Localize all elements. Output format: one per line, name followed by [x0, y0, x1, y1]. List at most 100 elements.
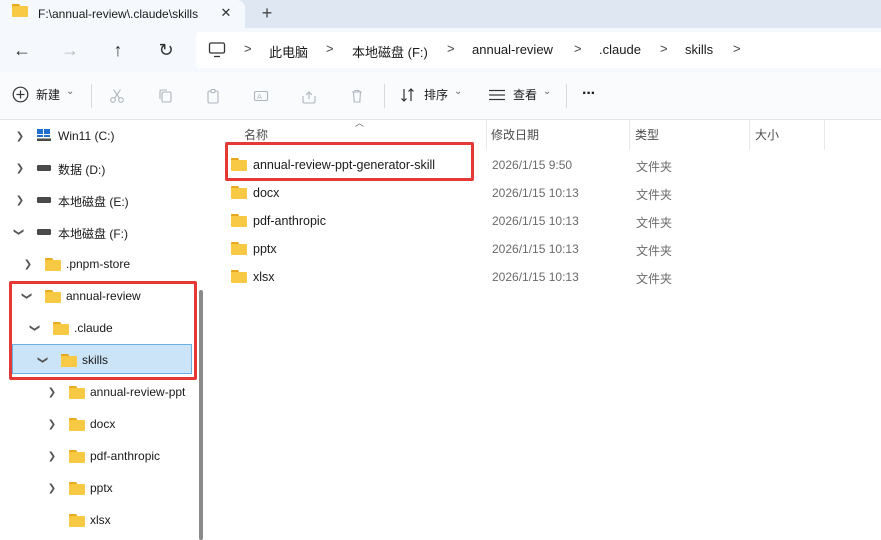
breadcrumb-annual-review[interactable]: annual-review — [472, 42, 553, 57]
sort-ascending-icon: ︿ — [355, 118, 365, 128]
divider — [91, 84, 92, 108]
breadcrumb-this-pc[interactable]: 此电脑 — [269, 42, 308, 61]
tree-item-pnpm-store[interactable]: ❯ .pnpm-store — [0, 250, 195, 278]
more-options-button[interactable]: ··· — [582, 85, 596, 103]
chevron-down-icon: ⌄ — [543, 86, 552, 97]
tree-item-drive-f[interactable]: ❯ 本地磁盘 (F:) — [0, 218, 195, 246]
sort-button[interactable]: 排序 ⌄ — [400, 86, 462, 103]
file-name: xlsx — [253, 270, 275, 284]
tree-label: Win11 (C:) — [58, 129, 115, 143]
column-header-name[interactable]: 名称 — [244, 126, 268, 143]
navigation-pane: ❯ Win11 (C:) ❯ 数据 (D:) ❯ 本地磁盘 (E:) ❯ 本地磁… — [0, 120, 205, 540]
copy-icon[interactable] — [155, 86, 175, 106]
nav-pane-scrollbar[interactable] — [199, 290, 203, 540]
chevron-down-icon[interactable]: ❯ — [12, 225, 26, 239]
breadcrumb-separator: > — [733, 41, 741, 56]
file-modified: 2026/1/15 10:13 — [492, 270, 579, 284]
file-list: ︿ 名称 修改日期 类型 大小 annual-review-ppt-genera… — [213, 118, 881, 540]
file-row[interactable]: pptx 2026/1/15 10:13 文件夹 — [223, 235, 873, 263]
tree-label: .pnpm-store — [66, 257, 131, 271]
tree-label: pptx — [90, 481, 113, 495]
breadcrumb-skills[interactable]: skills — [685, 42, 713, 57]
column-divider[interactable] — [629, 120, 630, 150]
new-button[interactable]: 新建 ⌄ — [12, 86, 74, 103]
tree-label: docx — [90, 417, 116, 431]
breadcrumb-separator: > — [660, 41, 668, 56]
chevron-right-icon[interactable]: ❯ — [21, 257, 35, 271]
address-bar[interactable]: > 此电脑 > 本地磁盘 (F:) > annual-review > .cla… — [196, 32, 881, 68]
drive-icon — [37, 165, 51, 171]
tree-item-pdf-anthropic[interactable]: ❯ pdf-anthropic — [0, 442, 195, 470]
tree-item-pptx[interactable]: ❯ pptx — [0, 474, 195, 502]
chevron-right-icon[interactable]: ❯ — [13, 193, 27, 207]
share-icon[interactable] — [299, 86, 319, 106]
chevron-right-icon[interactable]: ❯ — [13, 161, 27, 175]
tab-title: F:\annual-review\.claude\skills — [38, 7, 199, 21]
tree-item-docx[interactable]: ❯ docx — [0, 410, 195, 438]
chevron-right-icon[interactable]: ❯ — [45, 481, 59, 495]
file-row[interactable]: docx 2026/1/15 10:13 文件夹 — [223, 179, 873, 207]
folder-icon — [69, 386, 85, 399]
file-name: pdf-anthropic — [253, 214, 326, 228]
column-header-modified[interactable]: 修改日期 — [491, 126, 539, 143]
breadcrumb-drive-f[interactable]: 本地磁盘 (F:) — [352, 42, 428, 61]
folder-icon — [69, 482, 85, 495]
file-modified: 2026/1/15 10:13 — [492, 242, 579, 256]
file-row[interactable]: pdf-anthropic 2026/1/15 10:13 文件夹 — [223, 207, 873, 235]
divider — [384, 84, 385, 108]
file-modified: 2026/1/15 10:13 — [492, 214, 579, 228]
breadcrumb-separator: > — [244, 41, 252, 56]
column-divider[interactable] — [824, 120, 825, 150]
view-label: 查看 — [513, 88, 538, 102]
close-tab-button[interactable]: ✕ — [216, 3, 236, 23]
chevron-right-icon[interactable]: ❯ — [45, 417, 59, 431]
tab-current-folder[interactable]: F:\annual-review\.claude\skills ✕ — [0, 0, 245, 28]
windows-drive-icon — [37, 129, 51, 141]
file-name: pptx — [253, 242, 277, 256]
file-row[interactable]: xlsx 2026/1/15 10:13 文件夹 — [223, 263, 873, 291]
paste-icon[interactable] — [203, 86, 223, 106]
breadcrumb-separator: > — [447, 41, 455, 56]
computer-icon — [208, 42, 226, 58]
folder-icon — [231, 186, 247, 199]
tree-item-xlsx[interactable]: xlsx — [0, 506, 195, 534]
file-type: 文件夹 — [636, 272, 673, 286]
column-divider[interactable] — [749, 120, 750, 150]
sort-label: 排序 — [424, 88, 449, 102]
delete-icon[interactable] — [347, 86, 367, 106]
tree-item-annual-review-ppt[interactable]: ❯ annual-review-ppt — [0, 378, 195, 406]
column-header-type[interactable]: 类型 — [635, 126, 659, 143]
chevron-right-icon[interactable]: ❯ — [45, 385, 59, 399]
tree-item-win11-c[interactable]: ❯ Win11 (C:) — [0, 122, 195, 150]
view-button[interactable]: 查看 ⌄ — [488, 86, 551, 103]
rename-icon[interactable]: A — [251, 86, 271, 106]
back-button[interactable]: ← — [8, 36, 36, 64]
breadcrumb-claude[interactable]: .claude — [599, 42, 641, 57]
tree-label: 本地磁盘 (F:) — [58, 227, 128, 241]
breadcrumb-separator: > — [326, 41, 334, 56]
folder-icon — [231, 242, 247, 255]
column-header-size[interactable]: 大小 — [755, 126, 779, 143]
tree-item-drive-e[interactable]: ❯ 本地磁盘 (E:) — [0, 186, 195, 214]
tree-label: 本地磁盘 (E:) — [58, 195, 129, 209]
up-button[interactable]: ↑ — [104, 36, 132, 64]
tree-label: xlsx — [90, 513, 111, 527]
new-tab-button[interactable]: + — [256, 2, 278, 24]
chevron-right-icon[interactable]: ❯ — [45, 449, 59, 463]
chevron-down-icon: ⌄ — [454, 86, 463, 97]
forward-button[interactable]: → — [56, 36, 84, 64]
new-label: 新建 — [36, 88, 61, 102]
file-type: 文件夹 — [636, 216, 673, 230]
tree-item-data-d[interactable]: ❯ 数据 (D:) — [0, 154, 195, 182]
cut-icon[interactable] — [107, 86, 127, 106]
refresh-button[interactable]: ↻ — [152, 36, 180, 64]
annotation-highlight-box — [9, 281, 197, 380]
folder-icon — [69, 450, 85, 463]
drive-icon — [37, 197, 51, 203]
column-divider[interactable] — [486, 120, 487, 150]
chevron-down-icon: ⌄ — [66, 86, 75, 97]
tab-strip: F:\annual-review\.claude\skills ✕ + — [0, 0, 881, 28]
chevron-right-icon[interactable]: ❯ — [13, 129, 27, 143]
sort-icon — [401, 87, 414, 102]
annotation-highlight-box — [225, 142, 474, 181]
